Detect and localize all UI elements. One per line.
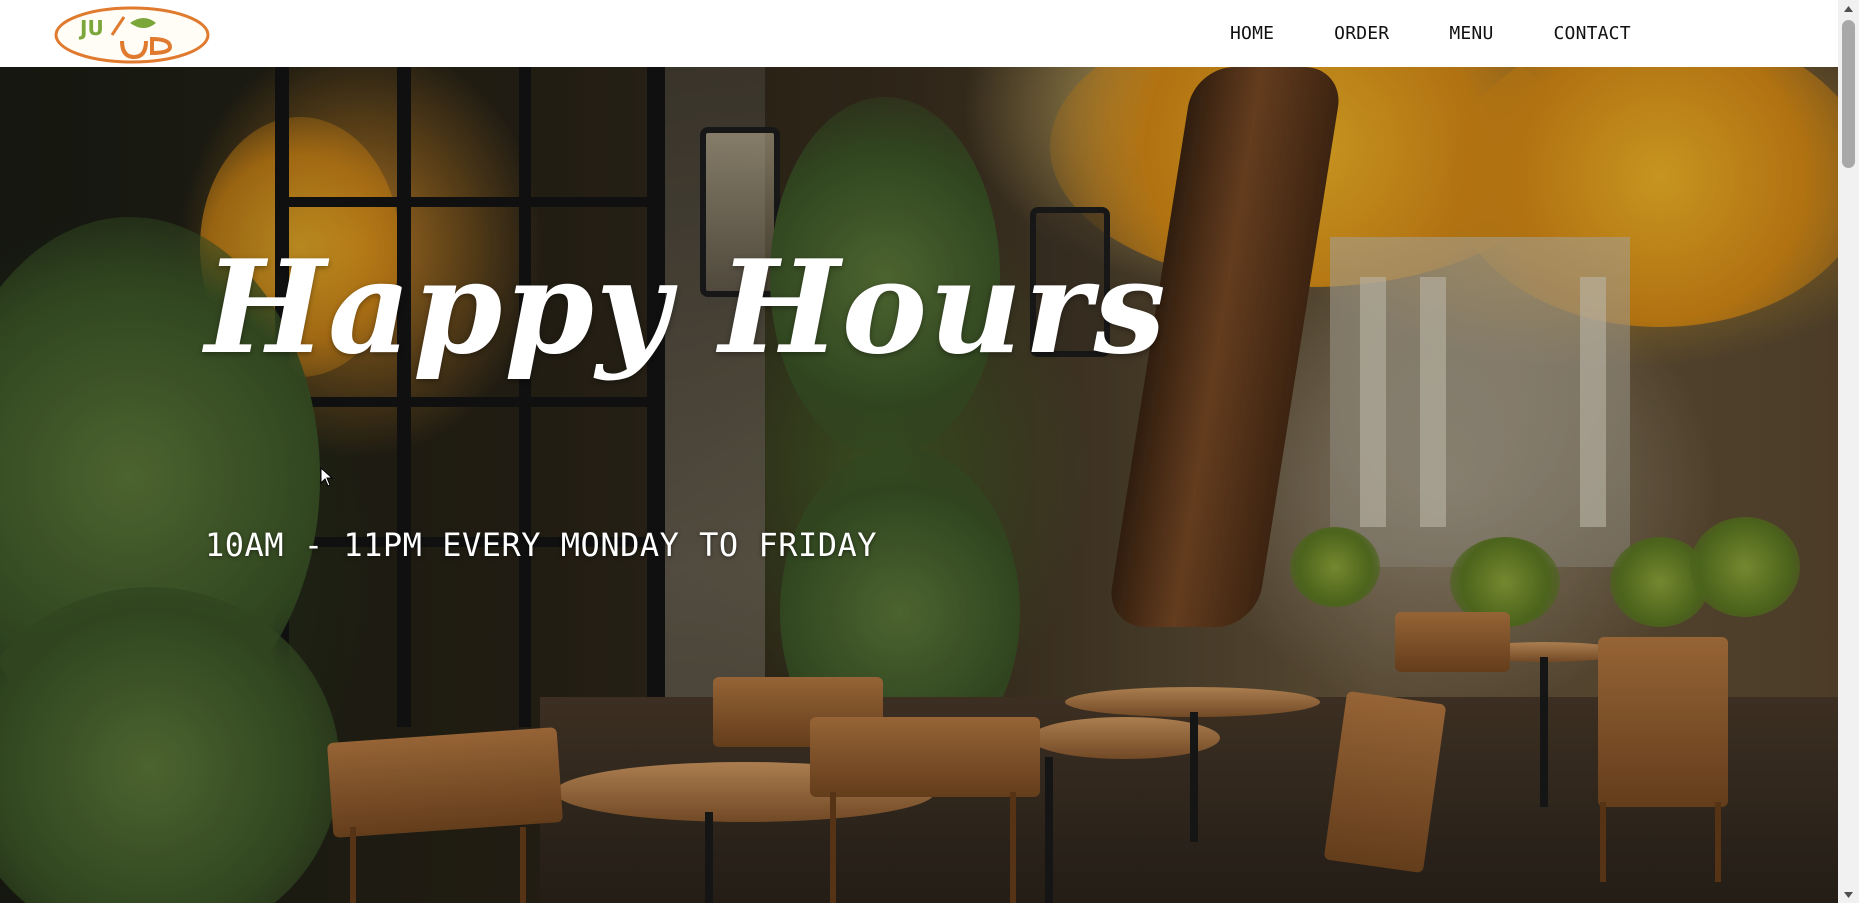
hero-title: Happy Hours [205,233,1168,383]
nav-order-link[interactable]: ORDER [1334,23,1389,44]
page: JU HOME ORDER MENU CONTACT Happy Hours 1… [0,0,1859,903]
hero-banner: Happy Hours 10AM - 11PM EVERY MONDAY TO … [0,67,1838,903]
scroll-up-arrow-icon[interactable] [1838,0,1859,17]
scroll-down-arrow-icon[interactable] [1838,886,1859,903]
scrollbar-thumb[interactable] [1842,20,1855,168]
nav-menu-link[interactable]: MENU [1449,23,1493,44]
nav-home-link[interactable]: HOME [1230,23,1274,44]
page-scrollbar[interactable] [1838,0,1859,903]
nav-contact-link[interactable]: CONTACT [1554,23,1631,44]
juice-up-logo[interactable]: JU [52,5,212,65]
svg-text:JU: JU [78,16,104,40]
site-header: JU HOME ORDER MENU CONTACT [0,0,1838,67]
mouse-cursor-icon [320,467,334,487]
hero-subtitle: 10AM - 11PM EVERY MONDAY TO FRIDAY [205,526,878,564]
main-nav: HOME ORDER MENU CONTACT [1230,0,1631,67]
